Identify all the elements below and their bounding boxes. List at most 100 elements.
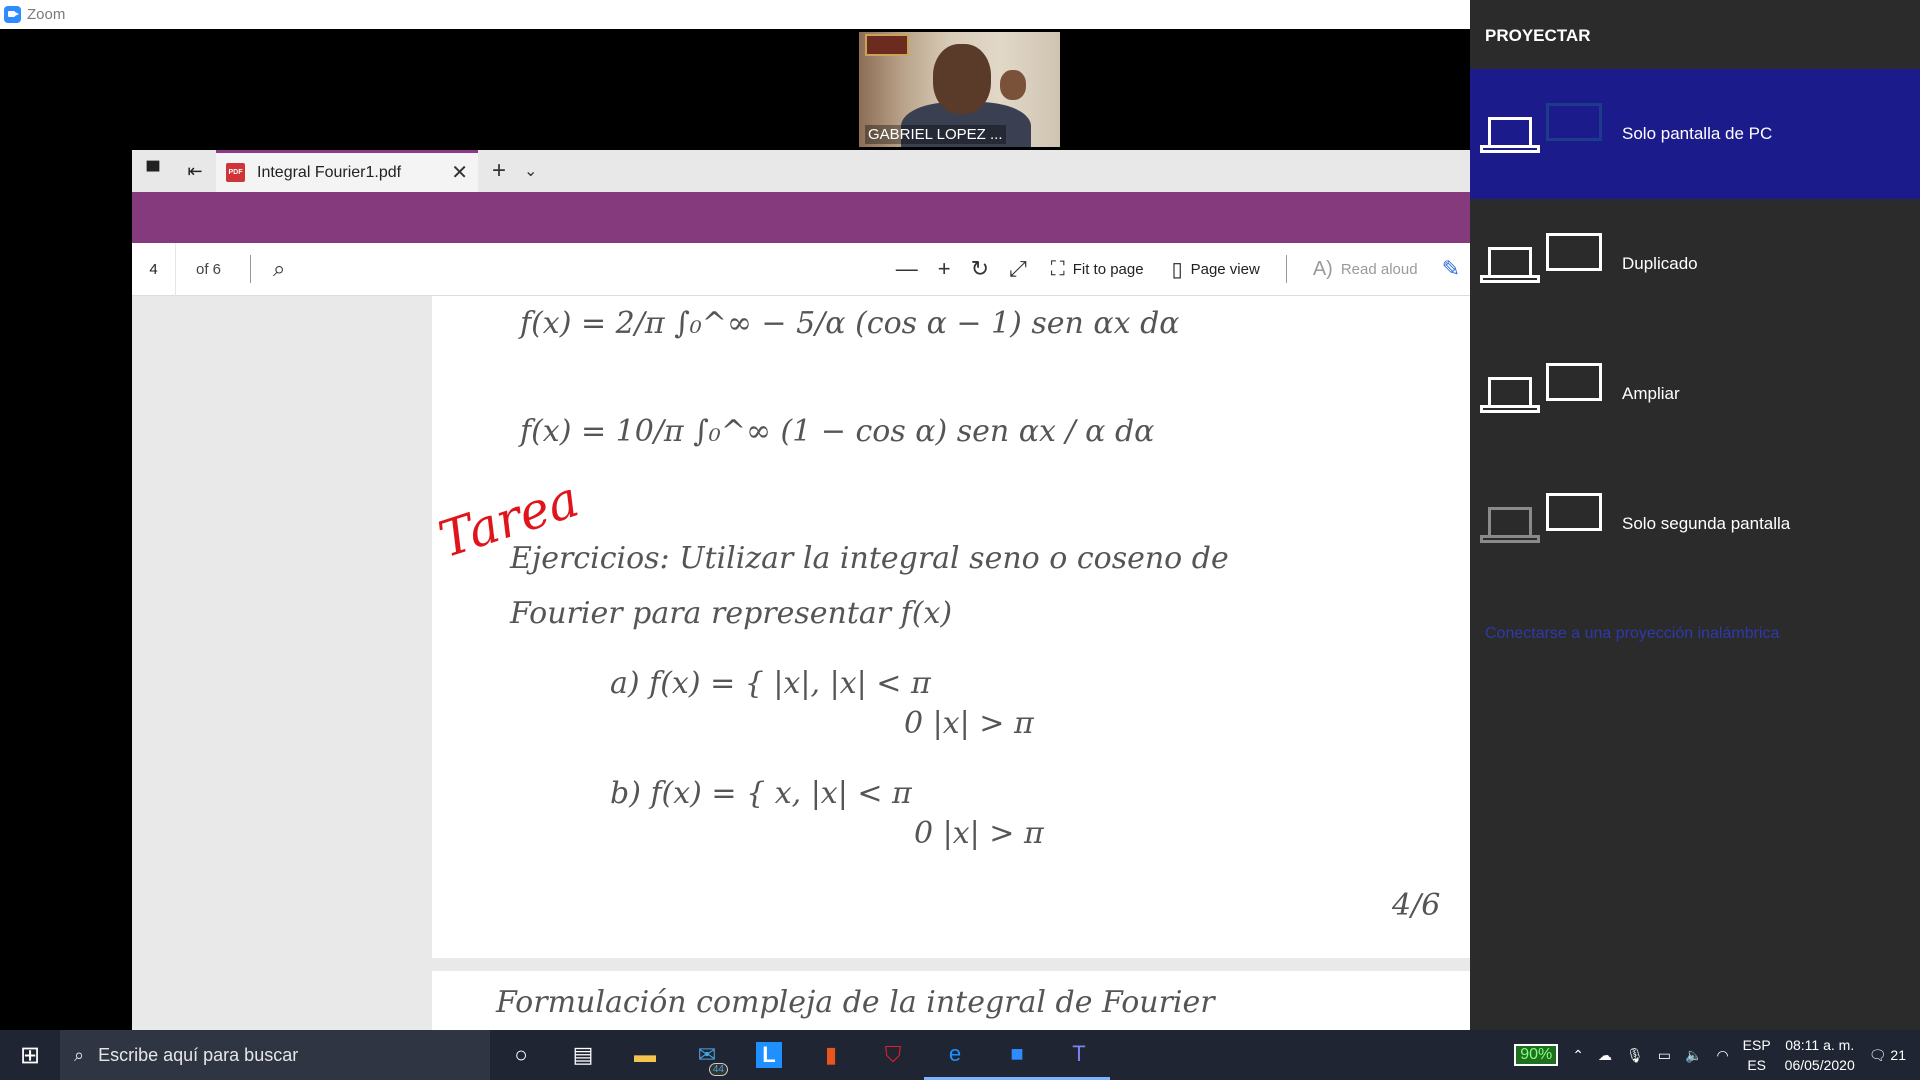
participant-head	[933, 44, 991, 114]
part-a-case-2: 0 |x| > π	[904, 706, 1034, 741]
tab-pdf[interactable]: PDF Integral Fourier1.pdf ✕	[216, 150, 478, 192]
read-aloud-icon: A)	[1312, 257, 1333, 280]
exercise-line-2: Fourier para representar f(x)	[510, 596, 953, 631]
mcafee-icon[interactable]: ⛉	[862, 1030, 924, 1080]
task-view-icon[interactable]: ▤	[552, 1030, 614, 1080]
pc-screen-only-icon	[1470, 99, 1608, 169]
background-painting	[865, 34, 909, 56]
participant-hand	[1000, 70, 1026, 100]
formula-1: f(x) = 2/π ∫₀^∞ − 5/α (cos α − 1) sen αx…	[520, 306, 1180, 341]
fit-to-page-label: Fit to page	[1072, 260, 1144, 278]
notification-icon: 🗨	[1868, 1047, 1887, 1063]
language-indicator[interactable]: ESP ES	[1743, 1035, 1771, 1075]
part-a: a) f(x) = { |x|, |x| < π	[610, 666, 931, 701]
battery-indicator[interactable]: 90%	[1514, 1044, 1559, 1066]
draw-pen-icon[interactable]: ✎	[1442, 256, 1460, 282]
option-label: Solo pantalla de PC	[1622, 124, 1773, 143]
option-second-screen-only[interactable]: Solo segunda pantalla	[1470, 459, 1920, 589]
date: 06/05/2020	[1784, 1057, 1855, 1073]
clock[interactable]: 08:11 a. m. 06/05/2020	[1785, 1035, 1855, 1075]
part-b: b) f(x) = { x, |x| < π	[610, 776, 912, 811]
fit-to-page-icon: ⛶	[1050, 257, 1065, 280]
page-view-button[interactable]: ▯ Page view	[1172, 257, 1260, 282]
time: 08:11 a. m.	[1785, 1037, 1855, 1053]
set-aside-tabs-icon[interactable]: ⇤	[174, 150, 216, 192]
taskbar-search-box[interactable]: ⌕ Escribe aquí para buscar	[60, 1030, 490, 1080]
option-duplicate[interactable]: Duplicado	[1470, 199, 1920, 329]
option-label: Solo segunda pantalla	[1622, 514, 1791, 533]
read-aloud-label: Read aloud	[1340, 260, 1418, 278]
keyboard-layout: ES	[1747, 1057, 1766, 1073]
extend-icon	[1470, 359, 1608, 429]
wireless-display-link[interactable]: Conectarse a una proyección inalámbrica	[1485, 625, 1779, 643]
search-icon: ⌕	[74, 1044, 85, 1065]
tab-title: Integral Fourier1.pdf	[257, 163, 402, 181]
next-page-heading: Formulación compleja de la integral de F…	[496, 985, 1215, 1020]
rotate-icon[interactable]: ↻	[971, 256, 989, 282]
page-number-input[interactable]: 4	[132, 242, 176, 296]
option-label: Ampliar	[1622, 384, 1680, 403]
zoom-app-title: Zoom	[27, 6, 66, 23]
search-placeholder: Escribe aquí para buscar	[98, 1044, 299, 1065]
office-icon[interactable]: ▮	[800, 1030, 862, 1080]
pdf-page-5: Formulación compleja de la integral de F…	[432, 971, 1470, 1030]
project-panel: PROYECTAR Solo pantalla de PC Duplicado …	[1470, 0, 1920, 1030]
browser-address-area	[132, 192, 1470, 243]
show-hidden-icons-icon[interactable]: ⌃	[1572, 1047, 1584, 1064]
tab-actions-icon[interactable]: ▀	[132, 150, 174, 192]
close-tab-icon[interactable]: ✕	[451, 160, 468, 185]
pdf-toolbar: 4 of 6 ⌕ — + ↻ ⤢ ⛶ Fit to page ▯ Page vi…	[132, 242, 1470, 296]
onedrive-icon[interactable]: ☁	[1598, 1047, 1612, 1064]
notifications-button[interactable]: 🗨 21	[1869, 1045, 1906, 1065]
pdf-document-area[interactable]: f(x) = 2/π ∫₀^∞ − 5/α (cos α − 1) sen αx…	[132, 296, 1470, 1030]
page-count: of 6	[196, 260, 222, 278]
option-extend[interactable]: Ampliar	[1470, 329, 1920, 459]
battery-icon[interactable]: ▭	[1658, 1047, 1671, 1064]
browser-tab-bar: ▀ ⇤ PDF Integral Fourier1.pdf ✕ + ⌄	[132, 150, 1470, 192]
option-label: Duplicado	[1622, 254, 1698, 273]
exercise-line-1: Ejercicios: Utilizar la integral seno o …	[510, 541, 1229, 576]
search-icon[interactable]: ⌕	[273, 256, 285, 282]
wifi-icon[interactable]: ◠	[1716, 1047, 1728, 1064]
zoom-logo-icon	[4, 6, 21, 23]
page-label: 4/6	[1392, 888, 1441, 923]
zoom-title-bar: Zoom	[0, 0, 1470, 29]
mail-badge: 44	[708, 1063, 728, 1076]
system-tray: 90% ⌃ ☁ 🎙 ▭ 🔈 ◠ ESP ES 08:11 a. m. 06/05…	[1514, 1030, 1920, 1080]
zoom-in-icon[interactable]: +	[938, 256, 951, 282]
part-b-case-2: 0 |x| > π	[914, 816, 1044, 851]
fullscreen-icon[interactable]: ⤢	[1009, 256, 1027, 282]
taskbar: ⊞ ⌕ Escribe aquí para buscar ○ ▤ ▬ ✉ 44 L…	[0, 1030, 1920, 1080]
pdf-page-4: f(x) = 2/π ∫₀^∞ − 5/α (cos α − 1) sen αx…	[432, 296, 1470, 958]
formula-2: f(x) = 10/π ∫₀^∞ (1 − cos α) sen αx / α …	[520, 414, 1155, 449]
toolbar-divider	[250, 255, 251, 283]
option-pc-screen-only[interactable]: Solo pantalla de PC	[1470, 69, 1920, 199]
edge-icon[interactable]: e	[924, 1030, 986, 1080]
windows-start-icon[interactable]: ⊞	[0, 1030, 60, 1080]
microphone-icon[interactable]: 🎙	[1626, 1047, 1644, 1064]
pdf-file-icon: PDF	[226, 163, 245, 182]
toolbar-divider	[1285, 255, 1287, 283]
duplicate-icon	[1470, 229, 1608, 299]
page-view-label: Page view	[1190, 260, 1260, 278]
cortana-icon[interactable]: ○	[490, 1030, 552, 1080]
fit-to-page-button[interactable]: ⛶ Fit to page	[1051, 258, 1144, 281]
participant-video[interactable]: GABRIEL LOPEZ ...	[859, 32, 1060, 147]
file-explorer-icon[interactable]: ▬	[614, 1030, 676, 1080]
tab-preview-chevron-icon[interactable]: ⌄	[524, 161, 537, 181]
language: ESP	[1742, 1037, 1771, 1053]
zoom-taskbar-icon[interactable]: ■	[986, 1030, 1048, 1080]
new-tab-icon[interactable]: +	[492, 157, 506, 185]
volume-icon[interactable]: 🔈	[1685, 1047, 1702, 1064]
read-aloud-button[interactable]: A) Read aloud	[1313, 258, 1418, 281]
page-view-icon: ▯	[1171, 258, 1183, 281]
project-panel-title: PROYECTAR	[1485, 26, 1591, 45]
meeting-background	[0, 29, 1470, 150]
second-screen-only-icon	[1470, 489, 1608, 559]
zoom-out-icon[interactable]: —	[896, 256, 918, 282]
l-app-icon[interactable]: L	[738, 1030, 800, 1080]
mail-icon[interactable]: ✉ 44	[676, 1030, 738, 1080]
teams-icon[interactable]: T	[1048, 1030, 1110, 1080]
notification-count: 21	[1890, 1047, 1906, 1063]
participant-name: GABRIEL LOPEZ ...	[865, 125, 1006, 144]
